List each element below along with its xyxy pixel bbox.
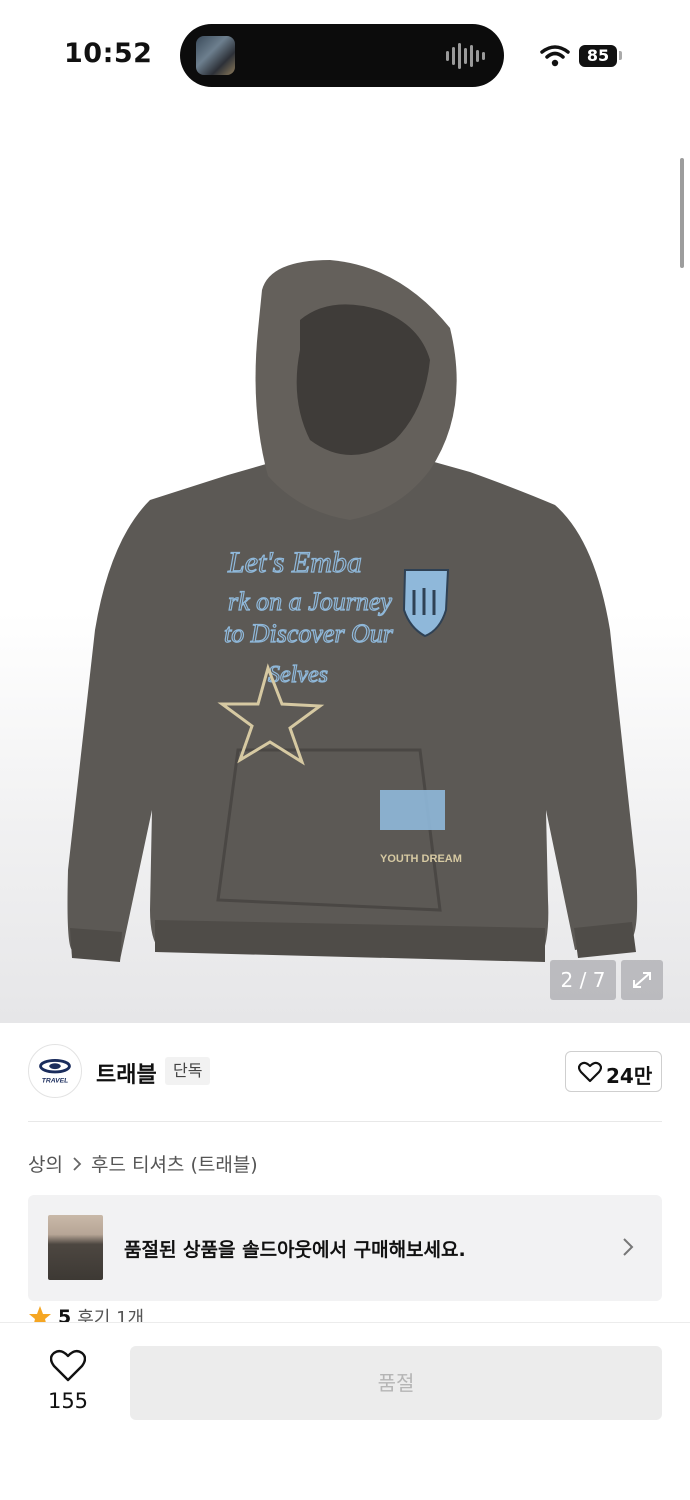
- product-image-gallery[interactable]: Let's Emba rk on a Journey to Discover O…: [0, 110, 690, 1023]
- brand-logo-text: TRAVEL: [42, 1078, 68, 1085]
- status-time: 10:52: [64, 38, 153, 69]
- print-patch-text: YOUTH DREAM: [380, 853, 462, 865]
- chevron-right-icon: [73, 1156, 82, 1171]
- divider: [28, 1121, 662, 1122]
- brand-name[interactable]: 트래블: [96, 1057, 157, 1089]
- battery-tip: [619, 51, 622, 60]
- status-bar: 10:52 85: [0, 0, 690, 110]
- battery-icon: 85: [579, 45, 617, 67]
- print-line-3: to Discover Our: [224, 619, 394, 648]
- wifi-icon: [540, 45, 570, 67]
- dynamic-island: [180, 24, 504, 87]
- now-playing-thumbnail: [196, 36, 235, 75]
- exclusive-badge: 단독: [165, 1057, 211, 1085]
- soldout-banner[interactable]: 품절된 상품을 솔드아웃에서 구매해보세요.: [28, 1195, 662, 1301]
- heart-icon: [578, 1061, 602, 1083]
- expand-icon[interactable]: [621, 960, 663, 1000]
- print-line-1: Let's Emba: [227, 546, 362, 579]
- print-line-4: Selves: [268, 662, 328, 688]
- wishlist-heart-icon[interactable]: [50, 1349, 86, 1383]
- breadcrumb: 상의 후드 티셔츠 (트래블): [28, 1150, 258, 1177]
- image-counter: 2 / 7: [550, 960, 616, 1000]
- banner-text: 품절된 상품을 솔드아웃에서 구매해보세요.: [124, 1239, 466, 1261]
- chevron-right-icon: [623, 1238, 634, 1256]
- breadcrumb-subcategory[interactable]: 후드 티셔츠 (트래블): [91, 1150, 258, 1177]
- print-line-2: rk on a Journey: [228, 587, 392, 616]
- wishlist-count: 155: [47, 1389, 89, 1413]
- breadcrumb-category[interactable]: 상의: [28, 1150, 63, 1177]
- sold-out-button[interactable]: 품절: [130, 1346, 662, 1420]
- scroll-indicator: [680, 158, 684, 268]
- banner-thumbnail: [48, 1215, 103, 1280]
- hoodie-product-image: Let's Emba rk on a Journey to Discover O…: [67, 260, 638, 962]
- brand-like-button[interactable]: 24만: [565, 1051, 662, 1092]
- brand-logo[interactable]: TRAVEL: [28, 1044, 82, 1098]
- audio-waveform-icon: [446, 42, 486, 70]
- brand-like-count: 24만: [606, 1064, 653, 1088]
